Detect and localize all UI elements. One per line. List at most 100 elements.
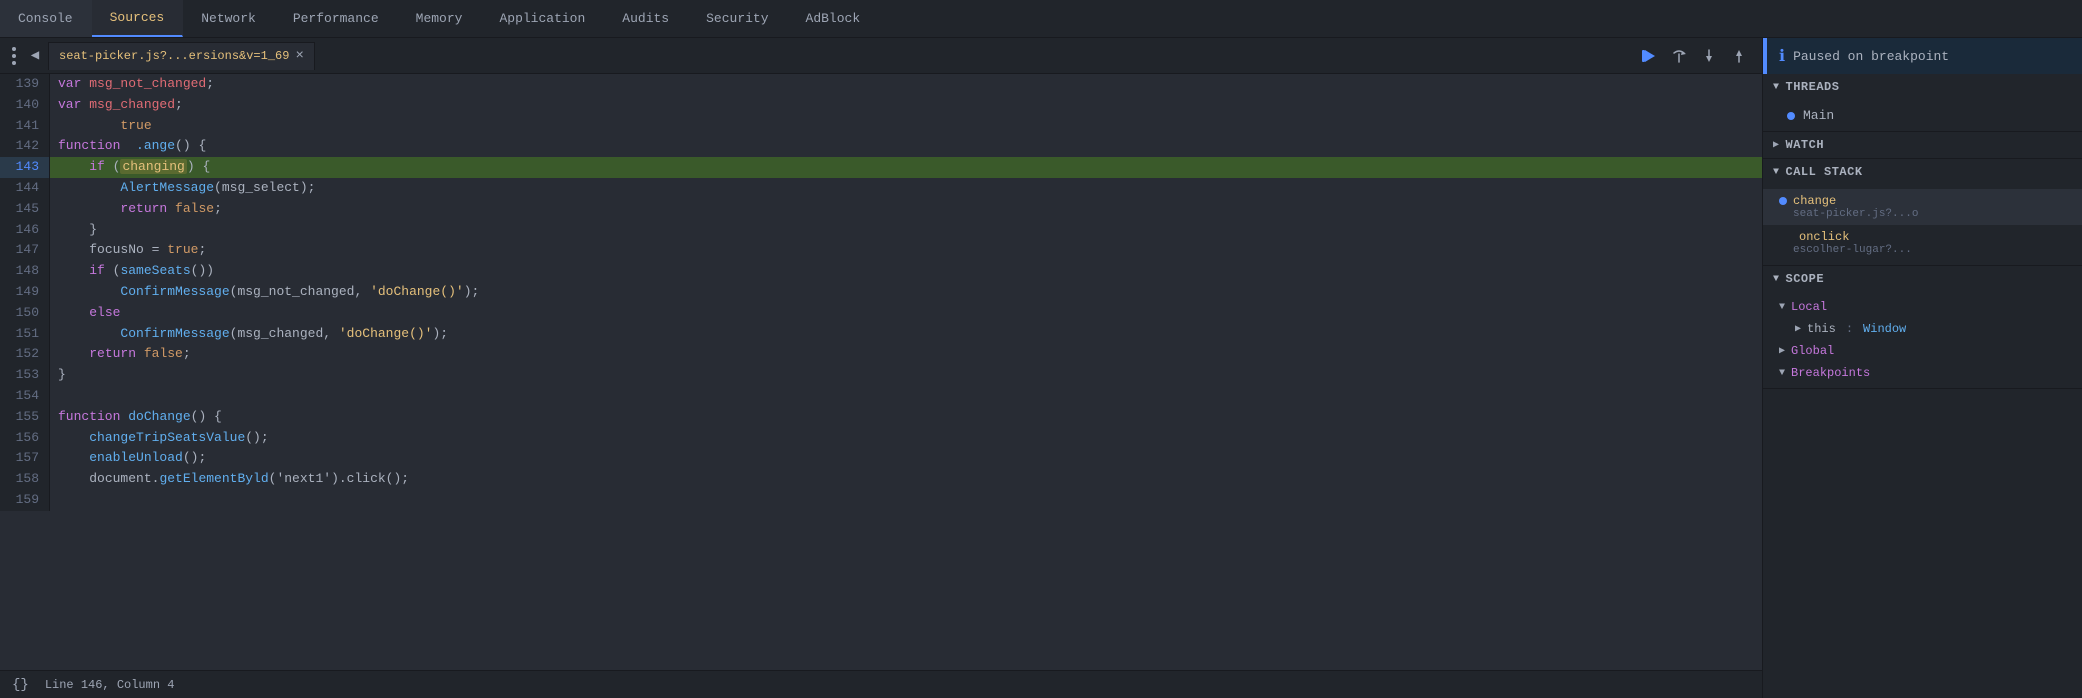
tab-sources[interactable]: Sources (92, 0, 184, 37)
thread-main-item[interactable]: Main (1763, 104, 2082, 127)
thread-main-label: Main (1803, 108, 1834, 123)
watch-header[interactable]: ▶ Watch (1763, 132, 2082, 158)
tab-audits[interactable]: Audits (604, 0, 688, 37)
callstack-label: Call Stack (1786, 165, 1863, 179)
tab-application[interactable]: Application (481, 0, 604, 37)
line-content: document.getElementByld('next1').click()… (50, 469, 1762, 490)
line-number: 150 (0, 303, 50, 324)
table-row: 149 ConfirmMessage(msg_not_changed, 'doC… (0, 282, 1762, 303)
line-content: else (50, 303, 1762, 324)
tab-performance[interactable]: Performance (275, 0, 398, 37)
line-content (50, 386, 1762, 407)
thread-dot-icon (1787, 112, 1795, 120)
callstack-fn-change: change (1793, 194, 1836, 208)
source-panel: ◀ seat-picker.js?...ersions&v=1_69 × (0, 38, 1762, 698)
code-editor[interactable]: 139 var msg_not_changed; 140 var msg_cha… (0, 74, 1762, 670)
source-tabs-actions (1630, 45, 1758, 67)
watch-label: Watch (1786, 138, 1825, 152)
line-content: function .ange() { (50, 136, 1762, 157)
scope-global-chevron: ▶ (1779, 345, 1785, 357)
callstack-src-onclick: escolher-lugar?... (1779, 244, 2066, 256)
line-number: 153 (0, 365, 50, 386)
resume-script-icon[interactable] (1638, 45, 1660, 67)
table-row: 159 (0, 490, 1762, 511)
line-content: true (50, 116, 1762, 137)
tab-memory[interactable]: Memory (398, 0, 482, 37)
scope-breakpoints-item[interactable]: ▼ Breakpoints (1763, 362, 2082, 384)
source-tab-active[interactable]: seat-picker.js?...ersions&v=1_69 × (48, 42, 315, 70)
line-number: 139 (0, 74, 50, 95)
line-number: 159 (0, 490, 50, 511)
table-row: 147 focusNo = true; (0, 240, 1762, 261)
line-content: focusNo = true; (50, 240, 1762, 261)
line-number: 155 (0, 407, 50, 428)
scope-this-item[interactable]: ▶ this : Window (1763, 318, 2082, 340)
line-content: function doChange() { (50, 407, 1762, 428)
line-content: ConfirmMessage(msg_changed, 'doChange()'… (50, 324, 1762, 345)
source-tab-filename: seat-picker.js?...ersions&v=1_69 (59, 49, 289, 63)
line-number: 143 (0, 157, 50, 178)
line-content (50, 490, 1762, 511)
threads-chevron: ▼ (1773, 82, 1780, 93)
line-number: 146 (0, 220, 50, 241)
table-row: 158 document.getElementByld('next1').cli… (0, 469, 1762, 490)
step-out-icon[interactable] (1728, 45, 1750, 67)
tab-network[interactable]: Network (183, 0, 275, 37)
line-number: 140 (0, 95, 50, 116)
tab-adblock[interactable]: AdBlock (788, 0, 880, 37)
navigate-back-icon[interactable]: ◀ (24, 45, 46, 67)
callstack-header[interactable]: ▼ Call Stack (1763, 159, 2082, 185)
line-content: ConfirmMessage(msg_not_changed, 'doChang… (50, 282, 1762, 303)
scope-local-chevron: ▼ (1779, 302, 1785, 313)
table-row: 153 } (0, 365, 1762, 386)
callstack-content: change seat-picker.js?...o onclick escol… (1763, 185, 2082, 265)
table-row: 145 return false; (0, 199, 1762, 220)
line-number: 157 (0, 448, 50, 469)
step-over-icon[interactable] (1668, 45, 1690, 67)
line-content: } (50, 220, 1762, 241)
line-number: 141 (0, 116, 50, 137)
scope-section: ▼ Scope ▼ Local ▶ this : Window ▶ (1763, 266, 2082, 389)
line-number: 151 (0, 324, 50, 345)
line-content: } (50, 365, 1762, 386)
info-icon: ℹ (1779, 46, 1785, 66)
threads-header[interactable]: ▼ Threads (1763, 74, 2082, 100)
source-tab-close-icon[interactable]: × (295, 48, 303, 64)
table-row: 156 changeTripSeatsValue(); (0, 428, 1762, 449)
callstack-item-onclick[interactable]: onclick escolher-lugar?... (1763, 225, 2082, 261)
watch-section: ▶ Watch (1763, 132, 2082, 159)
scope-global-item[interactable]: ▶ Global (1763, 340, 2082, 362)
source-tabs-bar: ◀ seat-picker.js?...ersions&v=1_69 × (0, 38, 1762, 74)
table-row: 148 if (sameSeats()) (0, 261, 1762, 282)
scope-local-label: Local (1791, 300, 1827, 314)
table-row: 152 return false; (0, 344, 1762, 365)
scope-this-value: Window (1863, 322, 1906, 336)
scope-this-chevron: ▶ (1795, 323, 1801, 335)
paused-banner-text: Paused on breakpoint (1793, 49, 1949, 64)
scope-label: Scope (1786, 272, 1825, 286)
table-row: 151 ConfirmMessage(msg_changed, 'doChang… (0, 324, 1762, 345)
tab-console[interactable]: Console (0, 0, 92, 37)
callstack-section: ▼ Call Stack change seat-picker.js?...o … (1763, 159, 2082, 266)
table-row: 146 } (0, 220, 1762, 241)
cursor-position: Line 146, Column 4 (45, 678, 175, 692)
table-row: 144 AlertMessage(msg_select); (0, 178, 1762, 199)
callstack-chevron: ▼ (1773, 167, 1780, 178)
callstack-fn-onclick: onclick (1799, 230, 1849, 244)
table-row: 155 function doChange() { (0, 407, 1762, 428)
callstack-item-change[interactable]: change seat-picker.js?...o (1763, 189, 2082, 225)
table-row: 140 var msg_changed; (0, 95, 1762, 116)
tabs-menu-button[interactable] (4, 41, 24, 71)
table-row: 139 var msg_not_changed; (0, 74, 1762, 95)
scope-local-item[interactable]: ▼ Local (1763, 296, 2082, 318)
step-into-icon[interactable] (1698, 45, 1720, 67)
table-row: 150 else (0, 303, 1762, 324)
line-content: return false; (50, 199, 1762, 220)
scope-breakpoints-chevron: ▼ (1779, 368, 1785, 379)
table-row: 141 true (0, 116, 1762, 137)
format-icon[interactable]: {} (12, 677, 29, 693)
scope-header[interactable]: ▼ Scope (1763, 266, 2082, 292)
line-number: 149 (0, 282, 50, 303)
threads-section: ▼ Threads Main (1763, 74, 2082, 132)
tab-security[interactable]: Security (688, 0, 787, 37)
